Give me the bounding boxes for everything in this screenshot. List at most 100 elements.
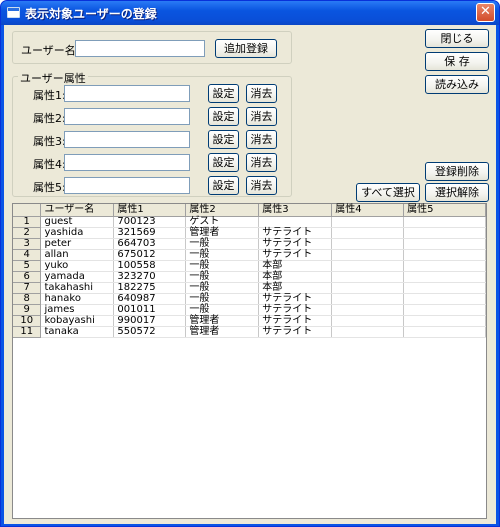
table-row[interactable]: 4 allan 675012 一般 サテライト	[13, 249, 486, 261]
table-row[interactable]: 3 peter 664703 一般 サテライト	[13, 238, 486, 250]
cell-attribute-5[interactable]	[403, 216, 486, 228]
cell-attribute-5[interactable]	[403, 315, 486, 327]
cell-attribute-1[interactable]: 990017	[113, 315, 187, 327]
attribute-5-input[interactable]	[64, 177, 190, 194]
cell-attribute-2[interactable]: 一般	[185, 282, 260, 294]
header-corner[interactable]	[13, 204, 42, 217]
attribute-4-clear-button[interactable]: 消去	[246, 153, 277, 172]
cell-attribute-2[interactable]: 一般	[185, 260, 260, 272]
user-grid[interactable]: ユーザー名 属性1 属性2 属性3 属性4 属性5 1 guest 700123 ゲス…	[12, 203, 487, 519]
attribute-1-clear-button[interactable]: 消去	[246, 84, 277, 103]
cell-attribute-3[interactable]: サテライト	[258, 315, 333, 327]
cell-attribute-4[interactable]	[331, 304, 405, 316]
table-row[interactable]: 10 kobayashi 990017 管理者 サテライト	[13, 315, 486, 327]
cell-attribute-2[interactable]: ゲスト	[185, 216, 260, 228]
table-row[interactable]: 2 yashida 321569 管理者 サテライト	[13, 227, 486, 239]
cell-attribute-5[interactable]	[403, 271, 486, 283]
attribute-4-input[interactable]	[64, 154, 190, 171]
cell-attribute-3[interactable]: サテライト	[258, 238, 333, 250]
title-bar[interactable]: 表示対象ユーザーの登録 ✕	[1, 1, 499, 25]
row-number[interactable]: 5	[13, 260, 42, 272]
header-username[interactable]: ユーザー名	[40, 204, 115, 217]
row-number[interactable]: 10	[13, 315, 42, 327]
table-row[interactable]: 1 guest 700123 ゲスト	[13, 216, 486, 228]
cell-attribute-2[interactable]: 管理者	[185, 227, 260, 239]
cell-attribute-4[interactable]	[331, 249, 405, 261]
cell-attribute-5[interactable]	[403, 227, 486, 239]
cell-username[interactable]: yashida	[40, 227, 115, 239]
attribute-4-set-button[interactable]: 設定	[208, 153, 239, 172]
header-attribute-1[interactable]: 属性1	[113, 204, 187, 217]
cell-username[interactable]: hanako	[40, 293, 115, 305]
cell-attribute-1[interactable]: 001011	[113, 304, 187, 316]
row-number[interactable]: 6	[13, 271, 42, 283]
cell-username[interactable]: allan	[40, 249, 115, 261]
cell-attribute-4[interactable]	[331, 271, 405, 283]
cell-attribute-1[interactable]: 323270	[113, 271, 187, 283]
attribute-3-clear-button[interactable]: 消去	[246, 130, 277, 149]
save-button[interactable]: 保 存	[425, 52, 489, 71]
cell-attribute-3[interactable]: 本部	[258, 271, 333, 283]
cell-attribute-5[interactable]	[403, 293, 486, 305]
cell-attribute-4[interactable]	[331, 293, 405, 305]
cell-attribute-1[interactable]: 182275	[113, 282, 187, 294]
cell-attribute-3[interactable]: サテライト	[258, 293, 333, 305]
cell-attribute-2[interactable]: 一般	[185, 304, 260, 316]
attribute-2-clear-button[interactable]: 消去	[246, 107, 277, 126]
cell-attribute-5[interactable]	[403, 260, 486, 272]
header-attribute-4[interactable]: 属性4	[331, 204, 405, 217]
close-window-button[interactable]: ✕	[476, 3, 495, 22]
row-number[interactable]: 2	[13, 227, 42, 239]
cell-username[interactable]: yamada	[40, 271, 115, 283]
cell-attribute-2[interactable]: 管理者	[185, 315, 260, 327]
table-row[interactable]: 8 hanako 640987 一般 サテライト	[13, 293, 486, 305]
cell-attribute-4[interactable]	[331, 315, 405, 327]
header-attribute-5[interactable]: 属性5	[403, 204, 486, 217]
load-button[interactable]: 読み込み	[425, 75, 489, 94]
cell-attribute-2[interactable]: 一般	[185, 271, 260, 283]
cell-attribute-1[interactable]: 321569	[113, 227, 187, 239]
cell-username[interactable]: kobayashi	[40, 315, 115, 327]
username-input[interactable]	[75, 40, 205, 57]
cell-attribute-1[interactable]: 675012	[113, 249, 187, 261]
cell-attribute-4[interactable]	[331, 326, 405, 338]
cell-attribute-1[interactable]: 550572	[113, 326, 187, 338]
row-number[interactable]: 3	[13, 238, 42, 250]
attribute-5-set-button[interactable]: 設定	[208, 176, 239, 195]
cell-attribute-1[interactable]: 100558	[113, 260, 187, 272]
table-row[interactable]: 7 takahashi 182275 一般 本部	[13, 282, 486, 294]
cell-username[interactable]: guest	[40, 216, 115, 228]
attribute-1-set-button[interactable]: 設定	[208, 84, 239, 103]
cell-attribute-3[interactable]: サテライト	[258, 249, 333, 261]
cell-username[interactable]: james	[40, 304, 115, 316]
cell-attribute-5[interactable]	[403, 249, 486, 261]
row-number[interactable]: 9	[13, 304, 42, 316]
cell-attribute-3[interactable]: 本部	[258, 282, 333, 294]
attribute-2-input[interactable]	[64, 108, 190, 125]
cell-attribute-1[interactable]: 700123	[113, 216, 187, 228]
cell-attribute-3[interactable]: サテライト	[258, 304, 333, 316]
cell-attribute-1[interactable]: 640987	[113, 293, 187, 305]
cell-attribute-3[interactable]	[258, 216, 333, 228]
close-button[interactable]: 閉じる	[425, 29, 489, 48]
row-number[interactable]: 11	[13, 326, 42, 338]
cell-attribute-5[interactable]	[403, 304, 486, 316]
table-row[interactable]: 6 yamada 323270 一般 本部	[13, 271, 486, 283]
cell-attribute-5[interactable]	[403, 282, 486, 294]
cell-attribute-3[interactable]: サテライト	[258, 227, 333, 239]
select-all-button[interactable]: すべて選択	[356, 183, 420, 202]
attribute-1-input[interactable]	[64, 85, 190, 102]
cell-attribute-4[interactable]	[331, 227, 405, 239]
attribute-3-set-button[interactable]: 設定	[208, 130, 239, 149]
delete-registration-button[interactable]: 登録削除	[425, 162, 489, 181]
cell-attribute-5[interactable]	[403, 238, 486, 250]
header-attribute-3[interactable]: 属性3	[258, 204, 333, 217]
cell-attribute-4[interactable]	[331, 216, 405, 228]
row-number[interactable]: 7	[13, 282, 42, 294]
row-number[interactable]: 1	[13, 216, 42, 228]
cell-attribute-2[interactable]: 一般	[185, 238, 260, 250]
row-number[interactable]: 8	[13, 293, 42, 305]
cell-attribute-1[interactable]: 664703	[113, 238, 187, 250]
cell-username[interactable]: yuko	[40, 260, 115, 272]
cell-attribute-4[interactable]	[331, 260, 405, 272]
